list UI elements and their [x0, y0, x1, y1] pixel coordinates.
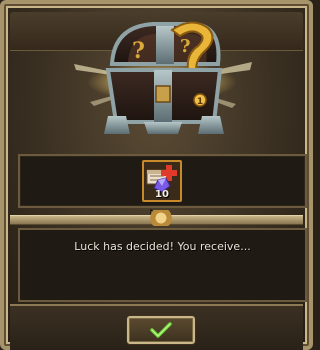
reward-items-panel: 10 [18, 154, 307, 208]
confirm-button[interactable] [127, 316, 195, 344]
message-panel: Luck has decided! You receive... [18, 228, 307, 302]
chest-coin-badge: 1 [197, 97, 203, 107]
svg-text:?: ? [132, 38, 145, 64]
reward-dialog: ? ? 1 10 Luck has decided! You receive..… [0, 0, 313, 350]
reward-item-slot[interactable]: 10 [142, 160, 182, 202]
chest-illustration: ? ? 1 [4, 4, 317, 154]
mystery-chest-icon: ? ? 1 [74, 21, 252, 134]
svg-text:?: ? [180, 36, 191, 57]
divider-ornament [145, 210, 177, 226]
reward-message: Luck has decided! You receive... [74, 240, 251, 253]
reward-item-quantity: 10 [155, 189, 169, 200]
checkmark-icon [150, 322, 172, 338]
